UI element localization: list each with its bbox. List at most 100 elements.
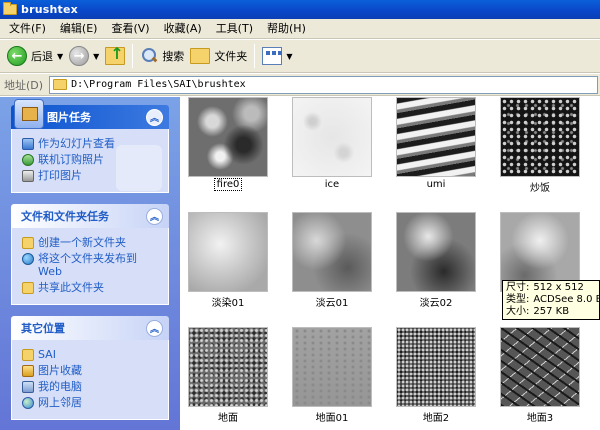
collapse-icon[interactable]: ︽: [146, 319, 163, 337]
back-button[interactable]: ← 后退 ▼: [4, 43, 66, 69]
place-my-pictures[interactable]: 图片收藏: [22, 364, 160, 377]
views-button[interactable]: ▼: [259, 43, 295, 69]
back-label: 后退: [31, 50, 53, 63]
task-label: 将这个文件夹发布到 Web: [38, 252, 137, 278]
window-title: brushtex: [21, 3, 78, 16]
thumbnail-image[interactable]: [396, 327, 476, 407]
file-name[interactable]: 地面2: [388, 409, 484, 424]
place-my-computer[interactable]: 我的电脑: [22, 380, 160, 393]
task-new-folder[interactable]: 创建一个新文件夹: [22, 236, 160, 249]
collapse-icon[interactable]: ︽: [146, 207, 163, 225]
slideshow-icon: [22, 138, 34, 150]
task-publish-web[interactable]: 将这个文件夹发布到 Web: [22, 252, 160, 278]
task-share-folder[interactable]: 共享此文件夹: [22, 281, 160, 294]
search-button[interactable]: 搜索: [137, 43, 187, 69]
thumbnail-image[interactable]: [396, 97, 476, 177]
thumbnail-image[interactable]: [292, 97, 372, 177]
menu-view[interactable]: 查看(V): [104, 20, 156, 38]
file-thumbnail[interactable]: 地面01: [284, 327, 388, 430]
views-icon: [262, 47, 283, 65]
file-name-text: fire0: [213, 178, 243, 191]
task-label: 创建一个新文件夹: [38, 236, 126, 249]
picture-watermark-icon: [116, 145, 162, 191]
title-bar: brushtex: [0, 0, 600, 19]
file-name[interactable]: 淡云02: [388, 294, 484, 309]
thumbnail-image[interactable]: [188, 327, 268, 407]
picture-tasks-header[interactable]: 图片任务 ︽: [11, 99, 169, 129]
task-label: 联机订购照片: [38, 153, 104, 166]
file-name[interactable]: umi: [388, 179, 484, 190]
address-label: 地址(D): [4, 78, 44, 92]
file-tasks-header[interactable]: 文件和文件夹任务 ︽: [11, 204, 169, 228]
folder-icon: [53, 79, 68, 90]
thumbnail-image[interactable]: [188, 97, 268, 177]
file-name[interactable]: 淡染01: [180, 294, 276, 309]
file-name[interactable]: 炒饭: [492, 179, 588, 194]
menu-help[interactable]: 帮助(H): [260, 20, 313, 38]
forward-arrow-icon: →: [69, 46, 90, 66]
picture-tasks-panel: 图片任务 ︽ 作为幻灯片查看 联机订购照片 打印图片: [11, 99, 169, 193]
menu-file[interactable]: 文件(F): [2, 20, 53, 38]
file-name-text: 地面2: [422, 413, 450, 424]
views-dropdown-icon[interactable]: ▼: [286, 52, 292, 61]
task-label: 作为幻灯片查看: [38, 137, 115, 150]
file-name-text: 地面01: [315, 413, 349, 424]
file-thumbnail[interactable]: 淡染01: [180, 212, 284, 317]
order-prints-icon: [22, 154, 34, 166]
file-thumbnail[interactable]: 地面: [180, 327, 284, 430]
file-name[interactable]: 地面3: [492, 409, 588, 424]
file-tasks-body: 创建一个新文件夹 将这个文件夹发布到 Web 共享此文件夹: [11, 228, 169, 305]
folders-button[interactable]: 文件夹: [187, 43, 250, 69]
back-dropdown-icon[interactable]: ▼: [57, 52, 63, 61]
forward-button[interactable]: → ▼: [66, 43, 102, 69]
file-thumbnail[interactable]: 地面2: [388, 327, 492, 430]
other-places-header[interactable]: 其它位置 ︽: [11, 316, 169, 340]
thumbnail-image[interactable]: [500, 327, 580, 407]
file-name[interactable]: fire0: [180, 178, 276, 191]
other-places-title: 其它位置: [21, 322, 65, 335]
share-folder-icon: [22, 282, 34, 294]
thumbnail-image[interactable]: [188, 212, 268, 292]
file-tasks-panel: 文件和文件夹任务 ︽ 创建一个新文件夹 将这个文件夹发布到 Web 共享此文件夹: [11, 204, 169, 305]
thumbnail-image[interactable]: [292, 212, 372, 292]
place-sai[interactable]: SAI: [22, 348, 160, 361]
file-info-tooltip: 尺寸:512 x 512 类型:ACDSee 8.0 BMP 大小:257 KB: [502, 280, 600, 320]
thumbnail-image[interactable]: [396, 212, 476, 292]
thumbnail-image[interactable]: [292, 327, 372, 407]
folders-label: 文件夹: [214, 50, 248, 63]
file-name-text: 地面: [218, 413, 238, 424]
file-thumbnail[interactable]: umi: [388, 97, 492, 202]
printer-icon: [22, 170, 34, 182]
tooltip-type: 类型:ACDSee 8.0 BMP: [506, 294, 599, 305]
my-computer-icon: [22, 381, 34, 393]
file-thumbnail[interactable]: 淡云02: [388, 212, 492, 317]
file-thumbnail[interactable]: 炒饭: [492, 97, 596, 202]
task-label: 打印图片: [38, 169, 82, 182]
file-name[interactable]: 淡云01: [284, 294, 380, 309]
search-icon: [140, 47, 158, 65]
address-input[interactable]: D:\Program Files\SAI\brushtex: [49, 75, 598, 94]
file-thumbnail[interactable]: 地面3: [492, 327, 596, 430]
menu-favorites[interactable]: 收藏(A): [157, 20, 209, 38]
toolbar-separator: [132, 44, 134, 68]
task-label: 我的电脑: [38, 380, 82, 393]
address-value: D:\Program Files\SAI\brushtex: [71, 79, 246, 90]
up-folder-button[interactable]: [102, 43, 128, 69]
file-name[interactable]: 地面: [180, 409, 276, 424]
file-thumbnail[interactable]: ice: [284, 97, 388, 202]
forward-dropdown-icon[interactable]: ▼: [93, 52, 99, 61]
menu-edit[interactable]: 编辑(E): [53, 20, 105, 38]
menu-tools[interactable]: 工具(T): [209, 20, 260, 38]
collapse-icon[interactable]: ︽: [146, 108, 163, 126]
file-thumbnail[interactable]: fire0: [180, 97, 284, 202]
file-name[interactable]: 地面01: [284, 409, 380, 424]
file-thumbnail[interactable]: 淡云01: [284, 212, 388, 317]
address-bar: 地址(D) D:\Program Files\SAI\brushtex: [0, 74, 600, 96]
folders-icon: [190, 48, 211, 64]
my-pictures-icon: [22, 365, 34, 377]
tooltip-size: 大小: 257 KB: [506, 306, 570, 317]
file-name[interactable]: ice: [284, 179, 380, 190]
thumbnail-image[interactable]: [500, 97, 580, 177]
place-network[interactable]: 网上邻居: [22, 396, 160, 409]
picture-tasks-icon: [14, 99, 44, 129]
